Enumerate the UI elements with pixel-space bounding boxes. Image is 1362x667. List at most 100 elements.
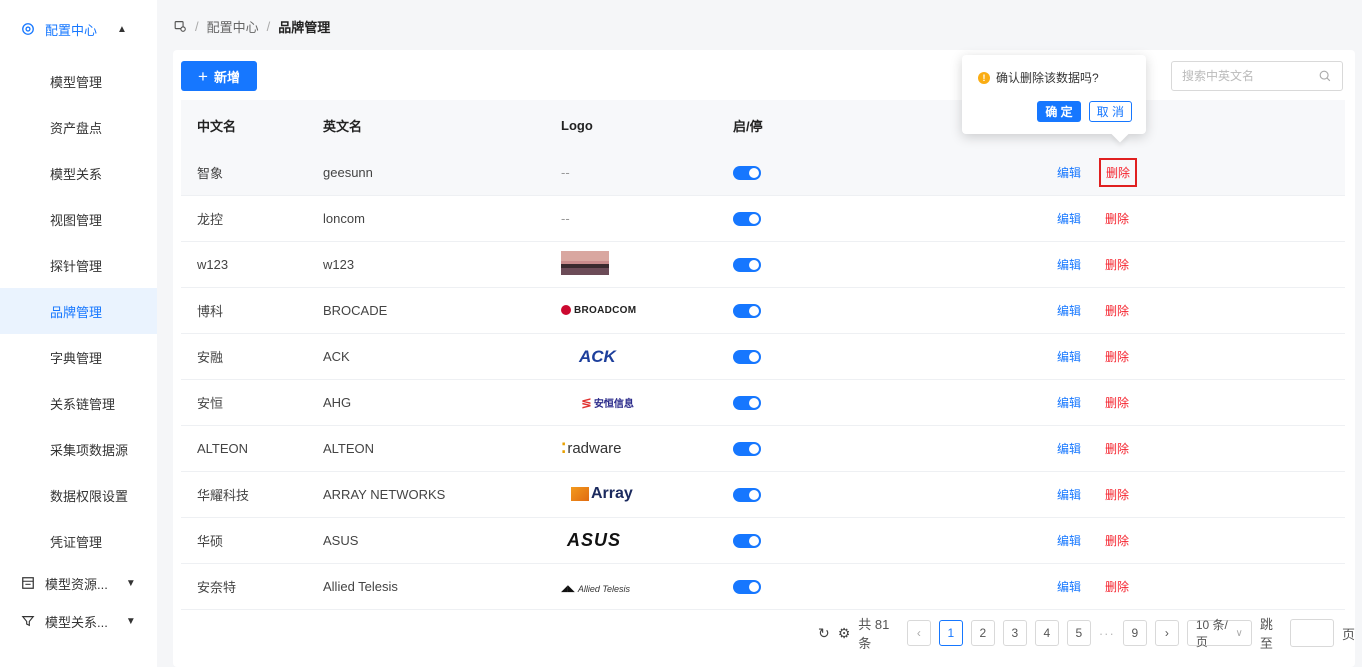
sidebar-item-brand-management[interactable]: 品牌管理: [0, 288, 157, 334]
status-toggle[interactable]: [733, 579, 761, 594]
sidebar-item-relation-chain-management[interactable]: 关系链管理: [0, 380, 157, 426]
main-panel: + 新增 中文名 英文名 Logo 启/停 智象 geesunn -- 编辑 删…: [173, 50, 1355, 667]
delete-link[interactable]: 删除: [1105, 532, 1129, 549]
sidebar-group-config-center[interactable]: 配置中心 ▲: [0, 0, 157, 58]
sidebar-item-credential-management[interactable]: 凭证管理: [0, 518, 157, 564]
status-toggle[interactable]: [733, 395, 761, 410]
page-ellipsis[interactable]: ···: [1099, 626, 1115, 641]
page-button[interactable]: 1: [938, 620, 963, 646]
delete-link[interactable]: 删除: [1105, 256, 1129, 273]
delete-popconfirm: ! 确认删除该数据吗? 确 定 取 消: [962, 55, 1146, 134]
cell-cn-name: 智象: [197, 166, 224, 181]
page-button[interactable]: 2: [970, 620, 995, 646]
add-button[interactable]: + 新增: [181, 61, 257, 91]
cell-en-name: ALTEON: [323, 441, 375, 456]
edit-link[interactable]: 编辑: [1057, 210, 1081, 227]
prev-page-button[interactable]: ‹: [906, 620, 931, 646]
table-row: w123 w123 编辑 删除: [181, 242, 1345, 288]
edit-link[interactable]: 编辑: [1057, 348, 1081, 365]
sidebar-item-collection-datasource[interactable]: 采集项数据源: [0, 426, 157, 472]
sidebar-item-view-management[interactable]: 视图管理: [0, 196, 157, 242]
delete-link[interactable]: 删除: [1105, 394, 1129, 411]
page-button[interactable]: 9: [1122, 620, 1147, 646]
edit-link[interactable]: 编辑: [1057, 394, 1081, 411]
cell-en-name: Allied Telesis: [323, 579, 398, 594]
page-size-value: 10 条/页: [1195, 618, 1228, 649]
delete-link[interactable]: 删除: [1105, 302, 1129, 319]
logo-array-text: Array: [591, 485, 633, 502]
page-size-select[interactable]: 10 条/页 ∨: [1186, 618, 1252, 649]
delete-link[interactable]: 删除: [1105, 486, 1129, 503]
search-box[interactable]: [1171, 61, 1343, 91]
status-toggle[interactable]: [733, 533, 761, 548]
delete-link[interactable]: 删除: [1099, 158, 1138, 187]
settings-icon[interactable]: ⚙: [838, 625, 851, 642]
edit-link[interactable]: 编辑: [1057, 164, 1081, 181]
logo-array: Array: [561, 485, 633, 503]
sidebar-item-model-management[interactable]: 模型管理: [0, 58, 157, 104]
edit-link[interactable]: 编辑: [1057, 440, 1081, 457]
chevron-up-icon: ▲: [117, 23, 127, 35]
delete-link[interactable]: 删除: [1105, 440, 1129, 457]
logo-broadcom-text: BROADCOM: [574, 304, 637, 316]
chevron-down-icon: ▼: [125, 577, 136, 589]
table-row: 华硕 ASUS ASUS 编辑 删除: [181, 518, 1345, 564]
status-toggle[interactable]: [733, 165, 761, 180]
table-icon: [22, 577, 34, 589]
brand-table: 中文名 英文名 Logo 启/停 智象 geesunn -- 编辑 删除 龙控 …: [181, 100, 1345, 610]
search-icon[interactable]: [1318, 69, 1332, 83]
edit-link[interactable]: 编辑: [1057, 486, 1081, 503]
sidebar-group-label: 配置中心: [45, 22, 98, 38]
array-mark-icon: [571, 487, 589, 501]
column-header-en-name: 英文名: [323, 118, 363, 134]
logo-image-landscape: [561, 251, 609, 275]
sidebar-group-label: 模型关系...: [45, 614, 108, 630]
home-icon[interactable]: [173, 19, 187, 33]
cell-cn-name: 龙控: [197, 212, 224, 227]
edit-link[interactable]: 编辑: [1057, 256, 1081, 273]
ahg-mark-icon: ≶: [581, 394, 592, 410]
chevron-down-icon: ▼: [125, 615, 136, 627]
sidebar-item-dictionary-management[interactable]: 字典管理: [0, 334, 157, 380]
sidebar-item-data-permission[interactable]: 数据权限设置: [0, 472, 157, 518]
search-input[interactable]: [1182, 69, 1302, 83]
cell-en-name: BROCADE: [323, 303, 388, 318]
cell-cn-name: 安恒: [197, 396, 224, 411]
sidebar-item-probe-management[interactable]: 探针管理: [0, 242, 157, 288]
page-button[interactable]: 5: [1066, 620, 1091, 646]
broadcom-mark-icon: [561, 305, 571, 315]
status-toggle[interactable]: [733, 349, 761, 364]
delete-link[interactable]: 删除: [1105, 348, 1129, 365]
confirm-button[interactable]: 确 定: [1037, 101, 1081, 122]
status-toggle[interactable]: [733, 303, 761, 318]
edit-link[interactable]: 编辑: [1057, 532, 1081, 549]
jump-page-input[interactable]: [1289, 619, 1334, 647]
warning-icon: !: [978, 71, 990, 84]
delete-link[interactable]: 删除: [1105, 210, 1129, 227]
cell-cn-name: ALTEON: [197, 441, 249, 456]
breadcrumb-item[interactable]: 配置中心: [207, 17, 259, 36]
edit-link[interactable]: 编辑: [1057, 302, 1081, 319]
settings-icon: [22, 23, 34, 35]
table-row: 华耀科技 ARRAY NETWORKS Array 编辑 删除: [181, 472, 1345, 518]
delete-link[interactable]: 删除: [1105, 578, 1129, 595]
plus-icon: +: [198, 66, 208, 86]
page-button[interactable]: 4: [1034, 620, 1059, 646]
sidebar-item-model-relations[interactable]: 模型关系: [0, 150, 157, 196]
status-toggle[interactable]: [733, 211, 761, 226]
cell-cn-name: 华耀科技: [197, 488, 250, 503]
radware-mark-icon: ⁚: [561, 440, 567, 456]
sidebar-group-model-relations[interactable]: 模型关系... ▼: [0, 602, 157, 640]
status-toggle[interactable]: [733, 257, 761, 272]
refresh-icon[interactable]: ↻: [818, 625, 830, 642]
status-toggle[interactable]: [733, 441, 761, 456]
cell-en-name: loncom: [323, 211, 365, 226]
logo-ahg-text: 安恒信息: [593, 399, 634, 410]
sidebar-group-model-resources[interactable]: 模型资源... ▼: [0, 564, 157, 602]
edit-link[interactable]: 编辑: [1057, 578, 1081, 595]
sidebar-item-asset-inventory[interactable]: 资产盘点: [0, 104, 157, 150]
cancel-button[interactable]: 取 消: [1088, 101, 1132, 122]
status-toggle[interactable]: [733, 487, 761, 502]
next-page-button[interactable]: ›: [1154, 620, 1179, 646]
page-button[interactable]: 3: [1002, 620, 1027, 646]
